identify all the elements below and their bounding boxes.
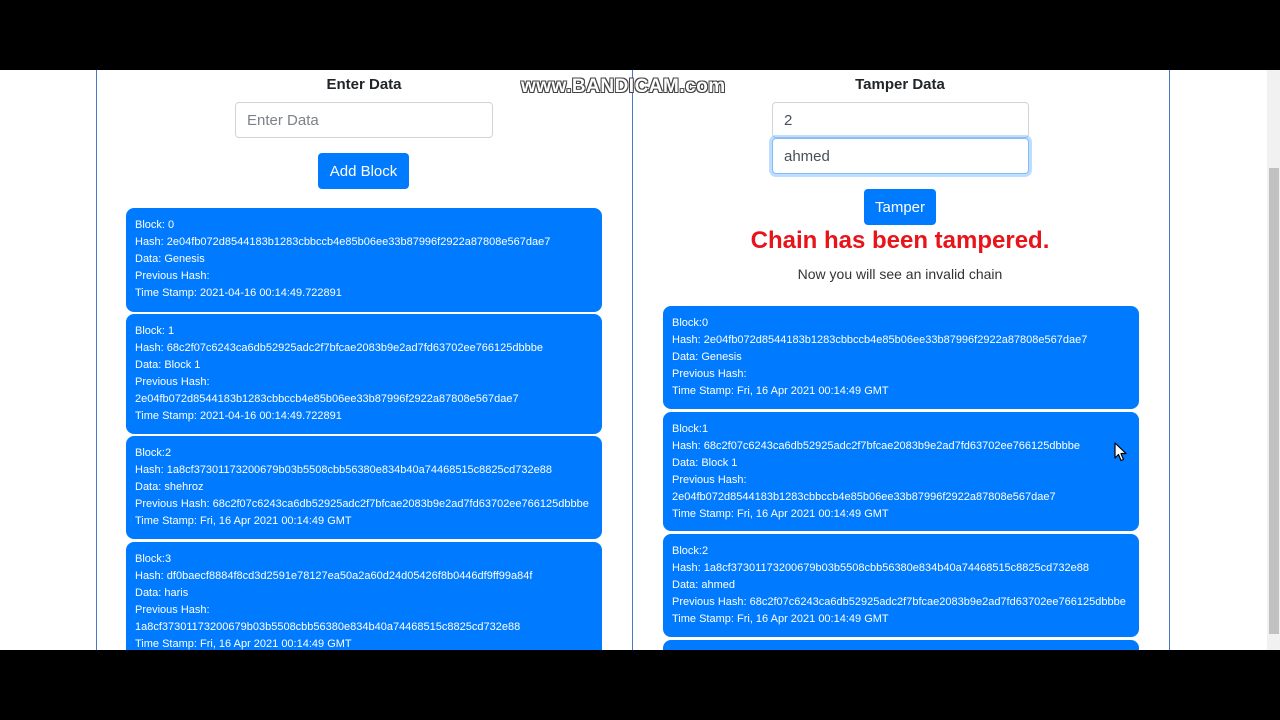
left-block-1: Block: 1 Hash: 68c2f07c6243ca6db52925adc… (126, 314, 602, 434)
block-line: Hash: 1a8cf37301173200679b03b5508cbb5638… (135, 464, 552, 476)
block-line: Previous Hash: (135, 376, 210, 388)
block-line: Time Stamp: Fri, 16 Apr 2021 00:14:49 GM… (672, 508, 889, 520)
right-block-1: Block:1 Hash: 68c2f07c6243ca6db52925adc2… (663, 412, 1139, 531)
block-line: 2e04fb072d8544183b1283cbbccb4e85b06ee33b… (672, 491, 1056, 503)
block-line: Block:2 (135, 447, 172, 459)
tamper-alert-subtitle: Now you will see an invalid chain (797, 266, 1003, 282)
block-line: Time Stamp: 2021-04-16 00:14:49.722891 (135, 287, 342, 299)
block-line: Data: Block 1 (135, 359, 201, 371)
block-line: Hash: 68c2f07c6243ca6db52925adc2f7bfcae2… (672, 440, 1080, 452)
tamper-alert-title: Chain has been tampered. (750, 227, 1050, 254)
block-line: Hash: 2e04fb072d8544183b1283cbbccb4e85b0… (672, 334, 1088, 346)
right-block-3 (663, 640, 1139, 650)
block-line: Time Stamp: Fri, 16 Apr 2021 00:14:49 GM… (672, 385, 889, 397)
block-line: Previous Hash: (672, 474, 747, 486)
block-line: Time Stamp: 2021-04-16 00:14:49.722891 (135, 410, 342, 422)
block-line: Data: Genesis (672, 351, 742, 363)
block-line: Block: 0 (135, 219, 175, 231)
block-line: Previous Hash: 68c2f07c6243ca6db52925adc… (672, 596, 1126, 608)
column-divider (632, 70, 633, 650)
block-line: Data: Genesis (135, 253, 205, 265)
block-line: Hash: 2e04fb072d8544183b1283cbbccb4e85b0… (135, 236, 551, 248)
block-line: Block:3 (135, 553, 172, 565)
block-index-input[interactable] (772, 102, 1029, 138)
block-line: Time Stamp: Fri, 16 Apr 2021 00:14:49 GM… (135, 638, 352, 650)
block-line: Previous Hash: (672, 368, 747, 380)
mouse-cursor-icon (1114, 442, 1127, 462)
recording-watermark: www.BANDICAM.com (521, 76, 726, 97)
right-block-0: Block:0 Hash: 2e04fb072d8544183b1283cbbc… (663, 306, 1139, 409)
tamper-data-heading: Tamper Data (855, 76, 945, 93)
tamper-data-input[interactable] (772, 138, 1029, 174)
block-line: Block:0 (672, 317, 709, 329)
block-line: Data: Block 1 (672, 457, 738, 469)
left-block-0: Block: 0 Hash: 2e04fb072d8544183b1283cbb… (126, 208, 602, 312)
block-line: 2e04fb072d8544183b1283cbbccb4e85b06ee33b… (135, 393, 519, 405)
add-block-button[interactable]: Add Block (318, 153, 409, 189)
enter-data-heading: Enter Data (326, 76, 402, 93)
page-content: Enter Data Add Block Block: 0 Hash: 2e04… (0, 70, 1280, 650)
block-line: Previous Hash: (135, 604, 210, 616)
block-line: Previous Hash: (135, 270, 210, 282)
block-line: Data: ahmed (672, 579, 735, 591)
scrollbar-thumb[interactable] (1269, 168, 1279, 634)
block-line: Hash: 1a8cf37301173200679b03b5508cbb5638… (672, 562, 1089, 574)
enter-data-input[interactable] (235, 102, 493, 138)
block-line: Time Stamp: Fri, 16 Apr 2021 00:14:49 GM… (135, 515, 352, 527)
block-line: Block:1 (672, 423, 709, 435)
block-line: Block: 1 (135, 325, 175, 337)
block-line: Hash: df0baecf8884f8cd3d2591e78127ea50a2… (135, 570, 533, 582)
left-block-3: Block:3 Hash: df0baecf8884f8cd3d2591e781… (126, 542, 602, 650)
block-line: Data: haris (135, 587, 189, 599)
block-line: Previous Hash: 68c2f07c6243ca6db52925adc… (135, 498, 589, 510)
block-line: Time Stamp: Fri, 16 Apr 2021 00:14:49 GM… (672, 613, 889, 625)
tamper-button[interactable]: Tamper (864, 189, 936, 225)
block-line: Block:2 (672, 545, 709, 557)
block-line: 1a8cf37301173200679b03b5508cbb56380e834b… (135, 621, 521, 633)
left-block-2: Block:2 Hash: 1a8cf37301173200679b03b550… (126, 436, 602, 539)
block-line: Data: shehroz (135, 481, 204, 493)
block-line: Hash: 68c2f07c6243ca6db52925adc2f7bfcae2… (135, 342, 543, 354)
right-block-2: Block:2 Hash: 1a8cf37301173200679b03b550… (663, 534, 1139, 637)
